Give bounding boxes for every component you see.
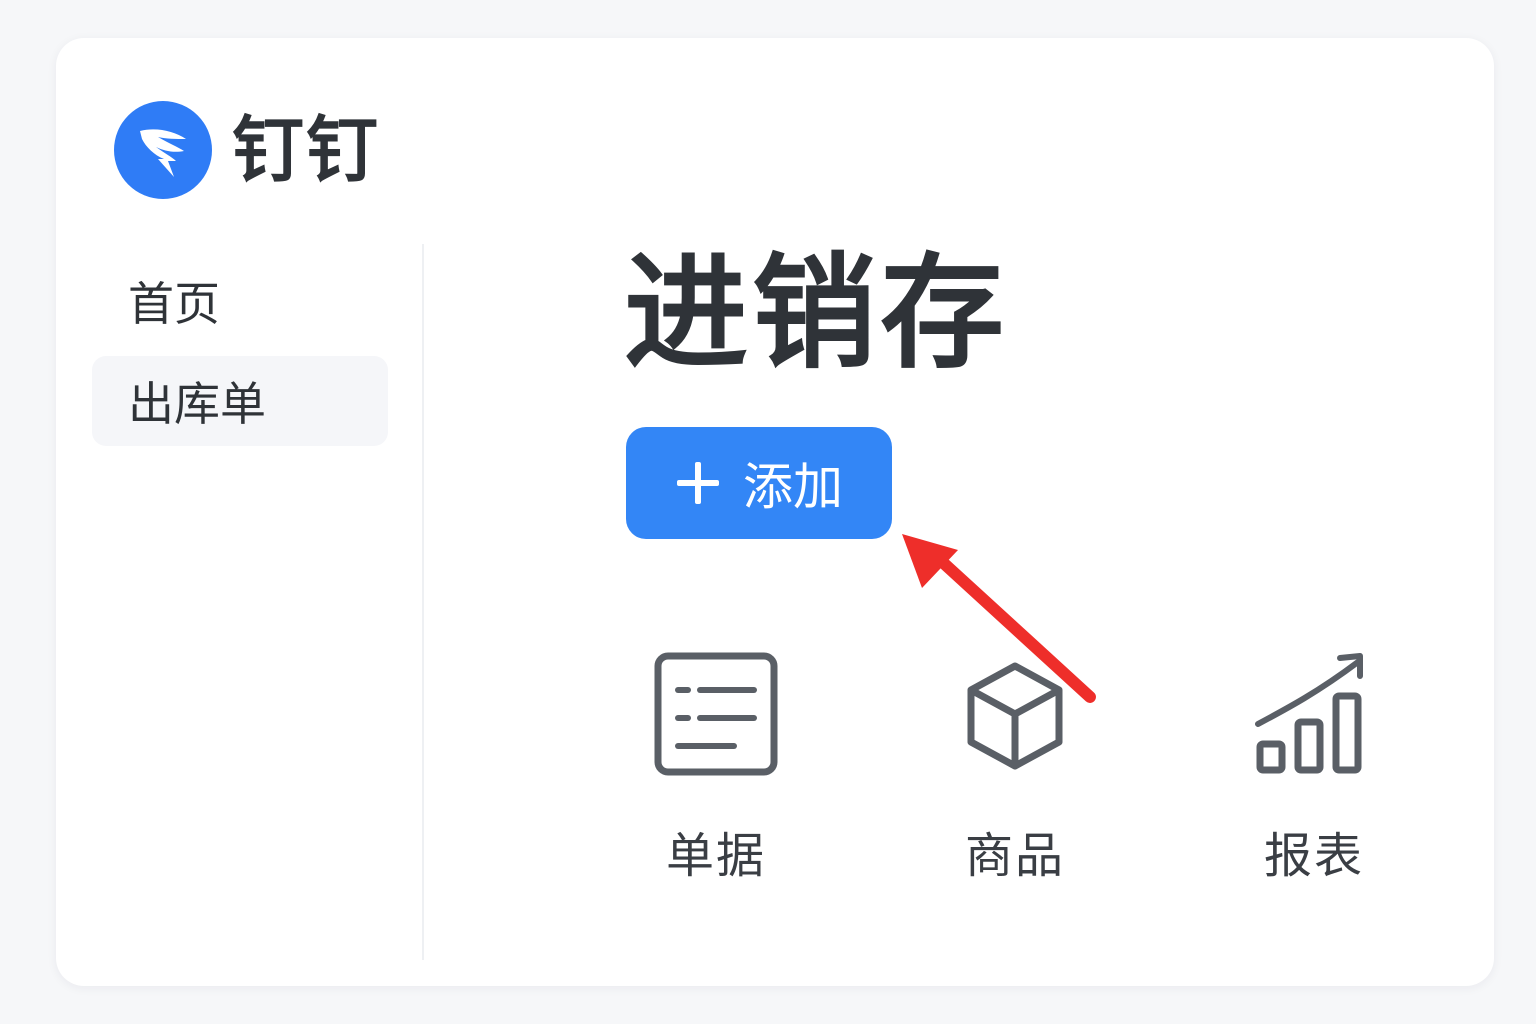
sidebar-item-outbound-order[interactable]: 出库单 bbox=[92, 356, 388, 446]
feature-reports-label: 报表 bbox=[1263, 828, 1364, 884]
feature-goods[interactable]: 商品 bbox=[915, 648, 1115, 886]
page-title: 进销存 bbox=[624, 242, 1009, 386]
feature-documents-label: 单据 bbox=[665, 828, 766, 884]
feature-goods-label: 商品 bbox=[964, 828, 1065, 884]
brand-header: 钉钉 bbox=[114, 100, 380, 200]
box-icon bbox=[967, 662, 1063, 770]
sidebar-item-home[interactable]: 首页 bbox=[92, 256, 388, 346]
plus-icon bbox=[677, 462, 719, 504]
bar-chart-trend-icon bbox=[1255, 653, 1363, 774]
add-button[interactable]: 添加 bbox=[626, 427, 892, 539]
brand-name: 钉钉 bbox=[232, 108, 381, 192]
add-button-label: 添加 bbox=[743, 459, 843, 515]
feature-documents[interactable]: 单据 bbox=[616, 648, 816, 886]
dingtalk-wing-icon bbox=[114, 101, 212, 199]
document-list-icon bbox=[654, 652, 778, 776]
sidebar-divider bbox=[422, 244, 424, 960]
feature-reports[interactable]: 报表 bbox=[1214, 648, 1414, 886]
